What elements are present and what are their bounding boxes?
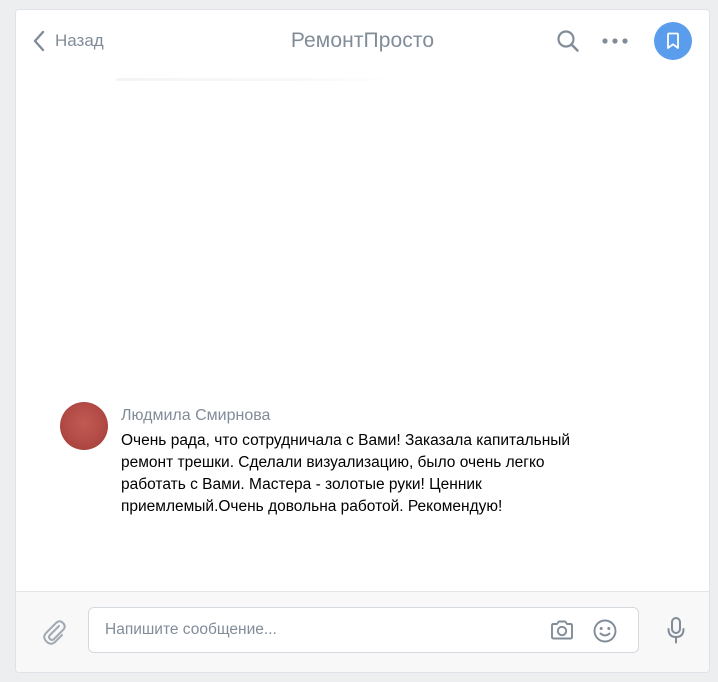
message-input-box[interactable] [88, 607, 639, 653]
paperclip-icon[interactable] [40, 618, 68, 646]
message-input[interactable] [105, 608, 535, 652]
faded-previous-message [116, 78, 406, 81]
microphone-icon[interactable] [665, 616, 687, 646]
smile-icon[interactable] [592, 618, 618, 644]
bookmark-button[interactable] [654, 22, 692, 60]
chat-header: Назад РемонтПросто [16, 10, 709, 73]
message-composer [16, 591, 709, 672]
search-icon[interactable] [556, 29, 580, 53]
camera-icon[interactable] [549, 619, 575, 641]
message-text: Очень рада, что сотрудничала с Вами! Зак… [121, 432, 571, 515]
message-author[interactable]: Людмила Смирнова [121, 407, 270, 425]
bookmark-icon [667, 32, 679, 49]
avatar[interactable] [60, 402, 108, 450]
chat-window: Назад РемонтПросто Людмила Смирнова Очен… [15, 9, 710, 673]
more-icon[interactable] [601, 36, 629, 46]
message-history[interactable]: Людмила Смирнова Очень рада, что сотрудн… [16, 72, 709, 592]
